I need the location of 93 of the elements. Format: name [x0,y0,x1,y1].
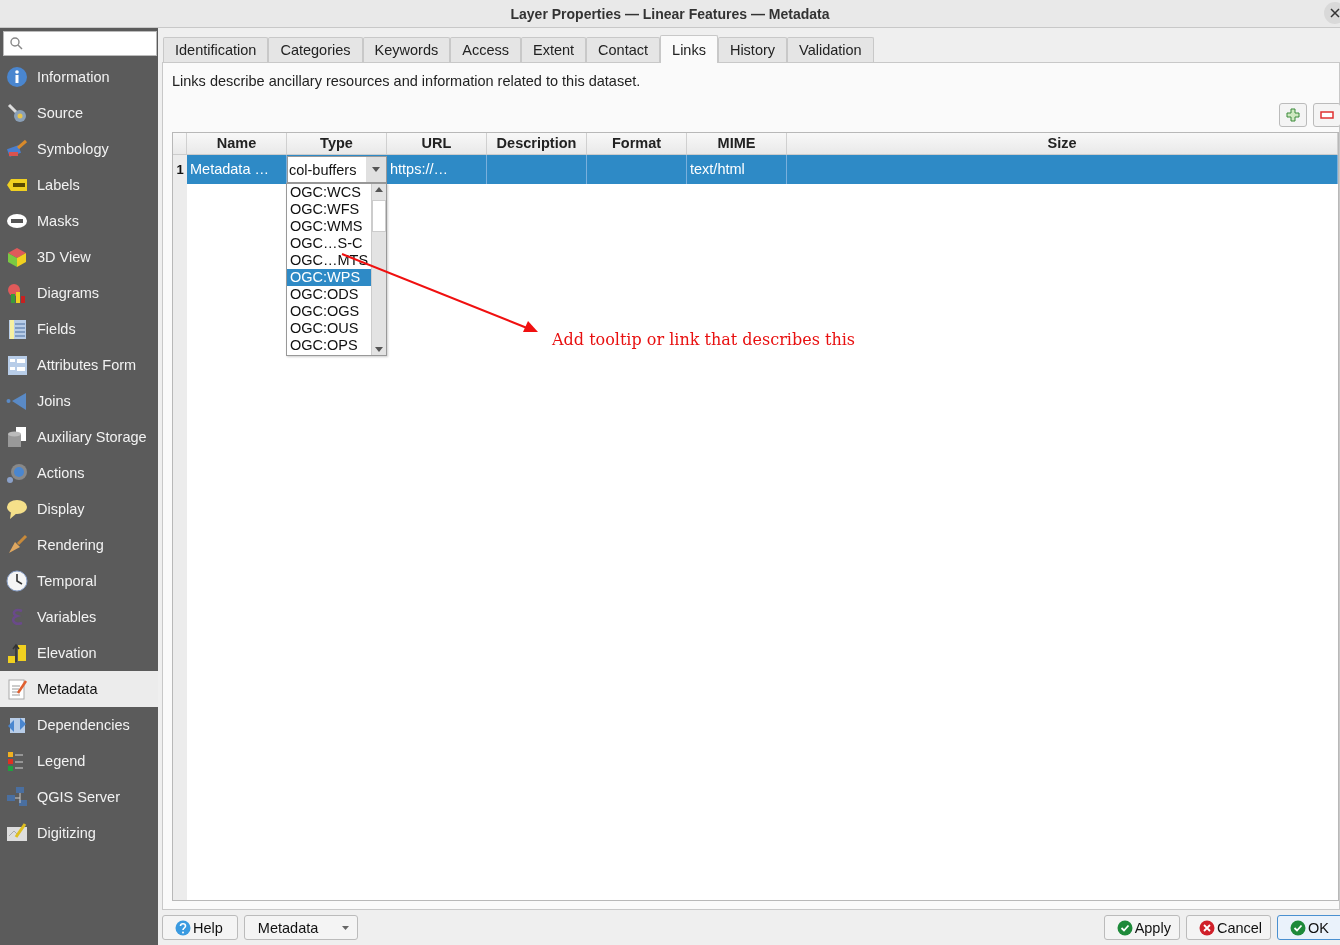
search-field[interactable] [3,31,157,56]
speech-bubble-icon [6,498,28,520]
sidebar-item[interactable]: Fields [0,311,158,347]
sidebar-item[interactable]: Variables [0,599,158,635]
sidebar-item[interactable]: Display [0,491,158,527]
table-icon [6,318,28,340]
sidebar-item[interactable]: Information [0,59,158,95]
column-header[interactable]: Format [587,133,687,154]
up-arrow-icon [375,187,383,192]
annotation-text: Add tooltip or link that describes this [552,330,855,349]
scrollbar[interactable] [371,184,386,355]
check-icon [1290,919,1307,936]
dropdown-option[interactable]: OGC:ODS [287,286,371,303]
dropdown-option[interactable]: OGC:WCS [287,184,371,201]
column-header[interactable]: URL [387,133,487,154]
search-icon [10,37,23,50]
column-header[interactable]: MIME [687,133,787,154]
tab[interactable]: Links [660,35,718,63]
dropdown-option[interactable]: OGC:WFS [287,201,371,218]
sidebar-item[interactable]: Metadata [0,671,158,707]
dropdown-option[interactable]: OGC:WMS [287,218,371,235]
database-icon [6,426,28,448]
sidebar-item[interactable]: Attributes Form [0,347,158,383]
sidebar-item[interactable]: Symbology [0,131,158,167]
close-icon [1198,919,1215,936]
sidebar-item[interactable]: Dependencies [0,707,158,743]
chart-icon [6,282,28,304]
sidebar-item[interactable]: Source [0,95,158,131]
minus-icon [1320,111,1334,119]
column-header[interactable]: Description [487,133,587,154]
footer-button[interactable]: Metadata [243,915,359,940]
close-button[interactable] [1324,2,1340,24]
gear-icon [6,462,28,484]
tab[interactable]: Keywords [362,37,451,62]
sidebar-item[interactable]: Rendering [0,527,158,563]
sidebar-item[interactable]: Joins [0,383,158,419]
footer-button[interactable]: Cancel [1185,915,1272,940]
form-icon [6,354,28,376]
triangle-icon [6,390,28,412]
table-cell: text/html [687,155,787,184]
sidebar-item[interactable]: Masks [0,203,158,239]
window-title: Layer Properties — Linear Features — Metadata [510,5,830,22]
column-header[interactable]: Name [187,133,287,154]
column-header[interactable]: Type [287,133,387,154]
tab[interactable]: Access [450,37,521,62]
sidebar-item[interactable]: QGIS Server [0,779,158,815]
type-combobox[interactable]: col-buffers [287,156,387,183]
elevation-icon [6,642,28,664]
remove-button[interactable] [1313,103,1340,127]
dropdown-option[interactable]: OGC:WPS [287,269,371,286]
sidebar-item[interactable]: Diagrams [0,275,158,311]
sidebar-item[interactable]: 3D View [0,239,158,275]
brush-icon [6,534,28,556]
row-number: 1 [173,155,187,184]
sidebar-item[interactable]: Actions [0,455,158,491]
sidebar-item[interactable]: Digitizing [0,815,158,851]
footer-button[interactable]: Help [162,915,238,940]
caret-icon [372,167,380,172]
sidebar-item[interactable]: Legend [0,743,158,779]
sidebar-item[interactable]: Elevation [0,635,158,671]
tab[interactable]: Identification [163,37,269,62]
document-icon [6,678,28,700]
close-icon [1330,8,1340,18]
wrench-icon [6,102,28,124]
sidebar-item[interactable]: Temporal [0,563,158,599]
sidebar-item[interactable]: Labels [0,167,158,203]
dropdown-option[interactable]: OGC:OGS [287,303,371,320]
footer-button[interactable]: Apply [1103,915,1180,940]
clock-icon [6,570,28,592]
map-pencil-icon [6,822,28,844]
scrollbar-thumb[interactable] [372,200,386,232]
down-arrow-icon [375,347,383,352]
help-icon [175,919,191,936]
tab[interactable]: Categories [268,37,363,62]
cube-icon [6,246,28,268]
dropdown-option[interactable]: OGC…S-C [287,235,371,252]
tab[interactable]: Validation [787,37,874,62]
paintbrush-icon [6,138,28,160]
check-icon [1116,919,1133,936]
sidebar-item[interactable]: Auxiliary Storage [0,419,158,455]
network-icon [6,786,28,808]
caret-icon [342,925,350,930]
dropdown-option[interactable]: OGC:OUS [287,320,371,337]
footer-button[interactable]: OK [1277,915,1340,940]
column-header[interactable]: Size [787,133,1338,154]
tab[interactable]: History [717,37,788,62]
tab[interactable]: Contact [586,37,661,62]
info-icon [6,66,28,88]
description-text: Links describe ancillary resources and information related to this dataset. [172,73,642,89]
add-button[interactable] [1279,103,1307,127]
dropdown-option[interactable]: OGC:OPS [287,337,371,354]
plus-icon [1286,108,1300,122]
tab[interactable]: Extent [520,37,587,62]
